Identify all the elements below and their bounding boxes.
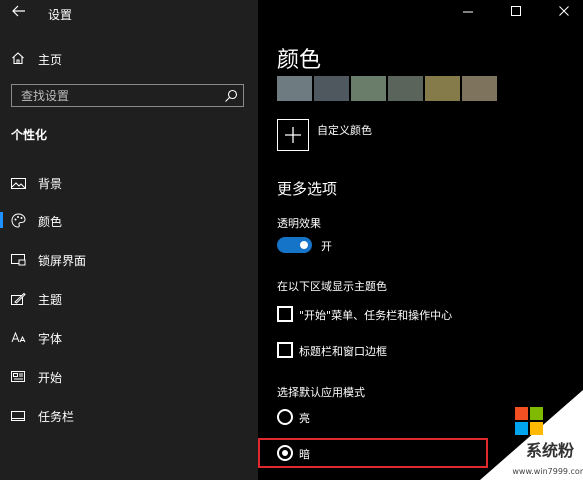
checkbox-label: 标题栏和窗口边框 [299,345,387,358]
radio-button[interactable] [277,445,293,461]
page-title: 颜色 [277,48,322,73]
custom-color-label: 自定义颜色 [317,124,372,137]
color-swatch[interactable] [277,76,312,101]
home-icon [11,50,25,66]
color-swatch[interactable] [425,76,460,101]
maximize-icon [511,6,521,16]
palette-icon [11,213,26,228]
svg-text:www.win7999.com: www.win7999.com [512,467,583,476]
section-title: 个性化 [11,128,48,142]
close-button[interactable] [549,2,579,22]
start-taskbar-checkbox-row[interactable]: "开始"菜单、任务栏和操作中心 [277,305,557,325]
radio-dot [282,450,288,456]
sidebar-item-label: 任务栏 [38,410,75,424]
svg-text:系统粉: 系统粉 [526,441,574,460]
brush-icon [11,291,26,306]
transparency-toggle[interactable] [277,237,312,253]
close-icon [559,6,569,16]
radio-label: 暗 [299,448,310,461]
sidebar-item-label: 主题 [38,293,63,307]
back-arrow-icon [12,5,25,17]
lock-screen-icon [11,252,26,267]
sidebar-item-label: 开始 [38,371,63,385]
accent-surfaces-label: 在以下区域显示主题色 [277,280,387,293]
sidebar-item-label: 颜色 [38,215,63,229]
home-label: 主页 [38,53,63,67]
sidebar-item-label: 背景 [38,177,63,191]
checkbox[interactable] [277,342,293,358]
light-mode-radio-row[interactable]: 亮 [277,408,477,428]
transparency-label: 透明效果 [277,217,321,230]
sidebar-item-home[interactable]: 主页 [0,46,258,72]
sidebar-item-label: 字体 [38,332,63,346]
color-swatch[interactable] [388,76,423,101]
start-icon [11,369,26,384]
titlebar-checkbox-row[interactable]: 标题栏和窗口边框 [277,341,557,361]
dark-mode-radio-row[interactable]: 暗 [277,444,477,464]
watermark-logo: 系统粉 www.win7999.com [480,390,583,480]
radio-button[interactable] [277,409,293,425]
color-swatch[interactable] [462,76,497,101]
maximize-button[interactable] [501,2,531,22]
font-icon [11,330,26,345]
sidebar-item-fonts[interactable]: 字体 [0,322,258,352]
back-button[interactable] [8,4,30,22]
minimize-button[interactable] [453,2,483,22]
toggle-state-label: 开 [321,240,332,253]
color-swatch[interactable] [314,76,349,101]
sidebar-item-themes[interactable]: 主题 [0,283,258,313]
sidebar-item-background[interactable]: 背景 [0,167,258,197]
image-icon [11,175,26,190]
sidebar-item-taskbar[interactable]: 任务栏 [0,400,258,430]
app-title: 设置 [48,8,73,22]
minimize-icon [463,11,473,13]
sidebar-item-label: 锁屏界面 [38,254,87,268]
color-swatch[interactable] [351,76,386,101]
sidebar-item-lock-screen[interactable]: 锁屏界面 [0,244,258,274]
more-options-heading: 更多选项 [277,180,338,198]
search-box [11,84,244,107]
search-icon[interactable] [224,88,238,102]
checkbox[interactable] [277,306,293,322]
checkbox-label: "开始"菜单、任务栏和操作中心 [299,309,453,322]
taskbar-icon [11,408,26,423]
app-mode-label: 选择默认应用模式 [277,386,365,399]
sidebar: 设置 主页 个性化 背景 颜色 锁屏界面 主题 [0,0,258,480]
toggle-knob [300,241,308,249]
watermark: 系统粉 www.win7999.com [470,390,583,480]
plus-icon [277,119,309,151]
title-bar: 设置 [0,0,258,26]
sidebar-item-color[interactable]: 颜色 [0,205,258,235]
active-indicator [0,212,3,228]
radio-label: 亮 [299,412,310,425]
search-input[interactable] [12,85,217,106]
sidebar-item-start[interactable]: 开始 [0,361,258,391]
